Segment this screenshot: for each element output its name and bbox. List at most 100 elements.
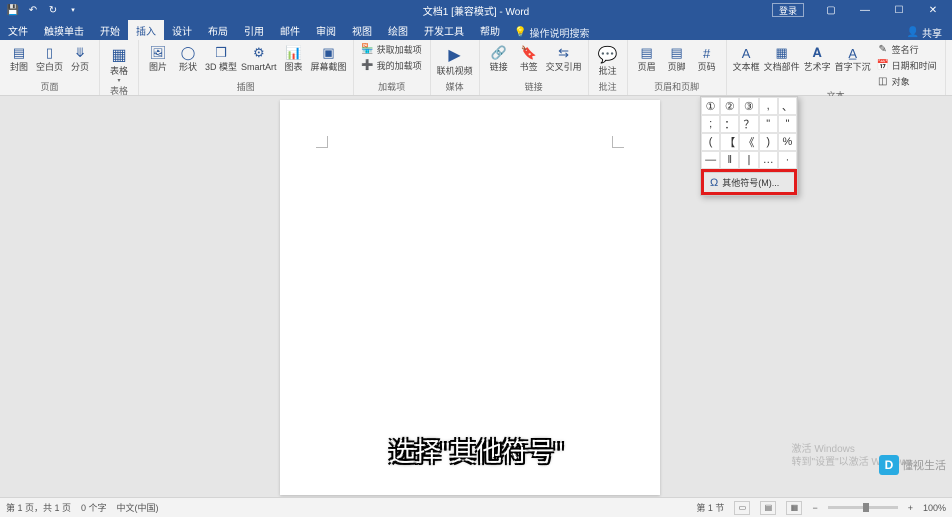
tab-view[interactable]: 视图 <box>344 20 380 40</box>
tab-drawing[interactable]: 绘图 <box>380 20 416 40</box>
ribbon-tabs: 文件 触摸单击 开始 插入 设计 布局 引用 邮件 审阅 视图 绘图 开发工具 … <box>0 20 952 40</box>
addin-icon: ➕ <box>362 60 374 72</box>
tutorial-caption: 选择"其他符号" <box>389 432 563 469</box>
tab-insert[interactable]: 插入 <box>128 20 164 40</box>
zoom-in-button[interactable]: + <box>908 503 913 513</box>
signature-button[interactable]: ✎签名行 <box>875 42 939 57</box>
tab-review[interactable]: 审阅 <box>308 20 344 40</box>
section-status[interactable]: 第 1 节 <box>696 501 724 514</box>
bookmark-button[interactable]: 🔖书签 <box>516 42 542 72</box>
online-video-button[interactable]: ▶联机视频 <box>437 42 473 76</box>
symbol-cell[interactable]: ) <box>759 133 778 151</box>
brand-logo-icon: D <box>879 455 899 475</box>
symbol-cell[interactable]: % <box>778 133 797 151</box>
qat-dropdown-icon[interactable]: ▾ <box>66 3 80 17</box>
tab-mailings[interactable]: 邮件 <box>272 20 308 40</box>
symbol-cell[interactable]: 《 <box>739 133 758 151</box>
zoom-out-button[interactable]: − <box>812 503 817 513</box>
store-icon: 🏪 <box>362 44 374 56</box>
chart-icon: 📊 <box>285 44 303 62</box>
group-addins: 🏪获取加载项 ➕我的加载项 加载项 <box>354 40 431 95</box>
tell-me-search[interactable]: 💡 操作说明搜索 <box>514 25 589 40</box>
datetime-button[interactable]: 📅日期和时间 <box>875 58 939 73</box>
minimize-button[interactable]: — <box>850 1 880 19</box>
symbol-cell[interactable]: … <box>759 151 778 169</box>
save-icon[interactable]: 💾 <box>6 3 20 17</box>
symbol-cell[interactable]: ; <box>701 115 720 133</box>
undo-icon[interactable]: ↶ <box>26 3 40 17</box>
screenshot-button[interactable]: ▣屏幕截图 <box>311 42 347 72</box>
crossref-button[interactable]: ⇆交叉引用 <box>546 42 582 72</box>
group-pages-label: 页面 <box>6 80 93 94</box>
page-break-button[interactable]: ⤋分页 <box>67 42 93 72</box>
tab-file[interactable]: 文件 <box>0 20 36 40</box>
symbol-cell[interactable]: ( <box>701 133 720 151</box>
zoom-level[interactable]: 100% <box>923 503 946 513</box>
symbol-cell[interactable]: ② <box>720 97 739 115</box>
tab-devtools[interactable]: 开发工具 <box>416 20 472 40</box>
tab-help[interactable]: 帮助 <box>472 20 508 40</box>
symbol-cell[interactable]: , <box>759 97 778 115</box>
symbol-grid: ①②③,、;：？""(【《)%—‖丨…· <box>701 97 797 169</box>
symbol-cell[interactable]: 丨 <box>739 151 758 169</box>
dropcap-button[interactable]: A̲首字下沉 <box>835 42 871 72</box>
object-button[interactable]: ◫对象 <box>875 74 939 89</box>
cover-page-button[interactable]: ▤封图 <box>6 42 32 72</box>
group-header-label: 页眉和页脚 <box>634 80 720 94</box>
shapes-button[interactable]: ◯形状 <box>175 42 201 72</box>
symbol-cell[interactable]: — <box>701 151 720 169</box>
smartart-button[interactable]: ⚙SmartArt <box>241 42 277 72</box>
footer-button[interactable]: ▤页脚 <box>664 42 690 72</box>
symbol-cell[interactable]: ？ <box>739 115 758 133</box>
symbol-cell[interactable]: 【 <box>720 133 739 151</box>
symbol-cell[interactable]: · <box>778 151 797 169</box>
my-addins-button[interactable]: ➕我的加载项 <box>360 58 424 73</box>
blank-page-button[interactable]: ▯空白页 <box>36 42 63 72</box>
login-button[interactable]: 登录 <box>772 3 804 17</box>
symbol-cell[interactable]: " <box>778 115 797 133</box>
quickparts-button[interactable]: ▦文档部件 <box>764 42 800 72</box>
more-symbols-button[interactable]: Ω 其他符号(M)... <box>704 172 794 192</box>
comment-button[interactable]: 💬批注 <box>595 42 621 76</box>
symbol-cell[interactable]: 、 <box>778 97 797 115</box>
group-tables: ▦表格▾ 表格 <box>100 40 139 95</box>
symbol-cell[interactable]: " <box>759 115 778 133</box>
tab-compat[interactable]: 触摸单击 <box>36 20 92 40</box>
symbol-cell[interactable]: ： <box>720 115 739 133</box>
get-addins-button[interactable]: 🏪获取加载项 <box>360 42 424 57</box>
table-button[interactable]: ▦表格▾ <box>106 42 132 84</box>
maximize-button[interactable]: ☐ <box>884 1 914 19</box>
word-count-status[interactable]: 0 个字 <box>81 501 107 514</box>
symbol-cell[interactable]: ① <box>701 97 720 115</box>
ribbon: ▤封图 ▯空白页 ⤋分页 页面 ▦表格▾ 表格 🖼图片 ◯形状 ❒3D 模型 ⚙… <box>0 40 952 96</box>
ribbon-options-icon[interactable]: ▢ <box>816 1 846 19</box>
redo-icon[interactable]: ↻ <box>46 3 60 17</box>
tab-design[interactable]: 设计 <box>164 20 200 40</box>
share-button[interactable]: 👤 共享 <box>897 25 952 40</box>
pictures-button[interactable]: 🖼图片 <box>145 42 171 72</box>
signature-icon: ✎ <box>877 44 889 56</box>
tell-me-label: 操作说明搜索 <box>529 25 589 40</box>
language-status[interactable]: 中文(中国) <box>117 501 159 514</box>
print-layout-button[interactable]: ▤ <box>760 501 776 515</box>
pagenum-button[interactable]: #页码 <box>694 42 720 72</box>
blank-page-icon: ▯ <box>41 44 59 62</box>
close-button[interactable]: ✕ <box>918 1 948 19</box>
textbox-button[interactable]: A文本框 <box>733 42 760 72</box>
header-icon: ▤ <box>638 44 656 62</box>
header-button[interactable]: ▤页眉 <box>634 42 660 72</box>
zoom-slider[interactable] <box>828 506 898 509</box>
wordart-button[interactable]: 𝐀艺术字 <box>804 42 831 72</box>
3dmodel-button[interactable]: ❒3D 模型 <box>205 42 237 72</box>
web-layout-button[interactable]: ▦ <box>786 501 802 515</box>
symbol-cell[interactable]: ③ <box>739 97 758 115</box>
page-count-status[interactable]: 第 1 页，共 1 页 <box>6 501 71 514</box>
tab-layout[interactable]: 布局 <box>200 20 236 40</box>
chart-button[interactable]: 📊图表 <box>281 42 307 72</box>
read-mode-button[interactable]: ▭ <box>734 501 750 515</box>
group-comments: 💬批注 批注 <box>589 40 628 95</box>
tab-references[interactable]: 引用 <box>236 20 272 40</box>
tab-home[interactable]: 开始 <box>92 20 128 40</box>
symbol-cell[interactable]: ‖ <box>720 151 739 169</box>
link-button[interactable]: 🔗链接 <box>486 42 512 72</box>
